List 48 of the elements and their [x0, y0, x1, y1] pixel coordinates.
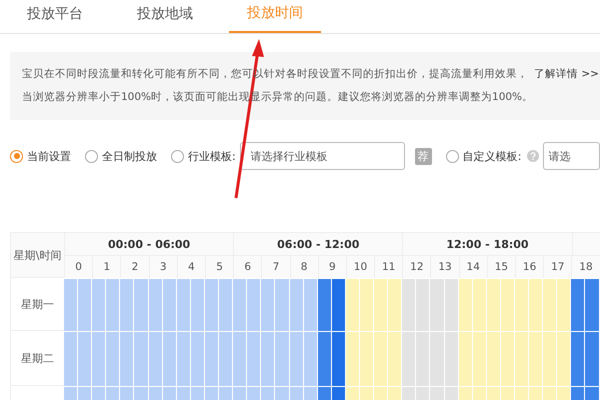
hour-header: 7 [261, 256, 290, 278]
hour-header: 10 [346, 256, 374, 278]
time-slot[interactable] [318, 332, 332, 386]
radio-button[interactable] [85, 150, 98, 162]
template-select[interactable]: 请选择行业模板 [240, 142, 405, 170]
time-slot[interactable] [585, 279, 600, 331]
option-label: 全日制投放 [102, 148, 157, 164]
tab[interactable]: 投放平台 [9, 0, 101, 33]
hour-header: 13 [430, 256, 459, 278]
time-slot[interactable] [571, 332, 586, 386]
option-label: 当前设置 [27, 148, 71, 164]
option-label: 行业模板: [188, 148, 236, 164]
hour-header: 0 [64, 256, 92, 278]
time-slot[interactable] [571, 279, 586, 331]
hour-header: 8 [290, 256, 318, 278]
hour-header: 11 [374, 256, 402, 278]
radio-button[interactable] [10, 150, 23, 162]
hour-header: 12 [402, 256, 430, 278]
time-slot[interactable] [318, 279, 332, 331]
time-range-header: 00:00 - 06:00 [64, 233, 234, 255]
hour-header: 9 [318, 256, 346, 278]
help-icon[interactable] [527, 150, 540, 162]
template-select[interactable]: 请选 [543, 142, 600, 170]
learn-more-link[interactable]: 了解详情 >> [534, 68, 599, 80]
tab[interactable]: 投放地域 [119, 0, 211, 33]
hour-header: 1 [92, 256, 120, 278]
hour-header: 18 [571, 256, 600, 278]
radio-button[interactable] [446, 150, 459, 162]
hour-header: 15 [486, 256, 515, 278]
hour-header: 4 [176, 256, 205, 278]
time-slot[interactable] [557, 332, 572, 386]
hour-header: 2 [120, 256, 149, 278]
radio-button[interactable] [171, 150, 184, 162]
hour-header: 3 [148, 256, 177, 278]
time-slot[interactable] [332, 279, 346, 331]
time-range-header: 12:00 - 18:00 [402, 233, 572, 255]
hour-header: 14 [458, 256, 487, 278]
hour-header: 16 [515, 256, 544, 278]
time-slot[interactable] [557, 279, 572, 331]
time-slot[interactable] [332, 332, 346, 386]
table-header: 星期\时间 [11, 233, 64, 277]
recommend-badge: 荐 [414, 148, 432, 164]
time-range-header: 06:00 - 12:00 [233, 233, 402, 255]
time-slot[interactable] [585, 332, 600, 386]
hour-header: 17 [543, 256, 572, 278]
hour-header: 6 [233, 256, 262, 278]
option-label: 自定义模板: [462, 148, 522, 164]
hour-header: 5 [204, 256, 234, 278]
